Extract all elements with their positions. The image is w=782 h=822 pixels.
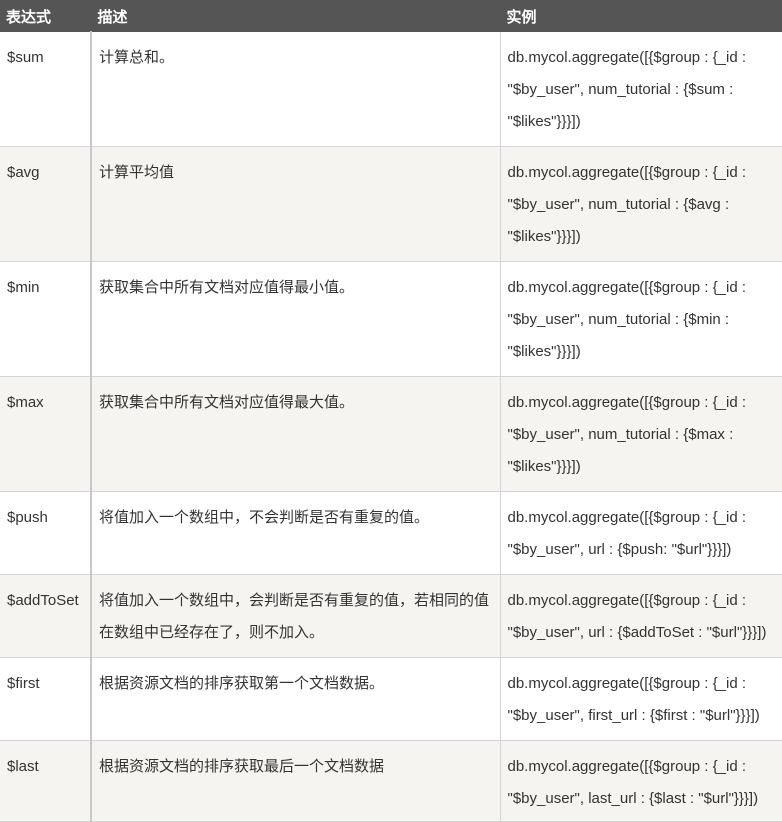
table-row: $first 根据资源文档的排序获取第一个文档数据。 db.mycol.aggr… bbox=[0, 657, 782, 741]
example-line: db.mycol.aggregate([{$group : {_id : bbox=[507, 592, 747, 609]
description-cell: 根据资源文档的排序获取最后一个文档数据 bbox=[90, 740, 501, 822]
aggregation-expressions-table: 表达式 描述 实例 $sum 计算总和。 db.mycol.aggregate(… bbox=[0, 0, 782, 822]
description-cell: 计算总和。 bbox=[90, 31, 501, 147]
table-row: $avg 计算平均值 db.mycol.aggregate([{$group :… bbox=[0, 146, 782, 262]
table-row: $max 获取集合中所有文档对应值得最大值。 db.mycol.aggregat… bbox=[0, 376, 782, 492]
example-line: db.mycol.aggregate([{$group : {_id : bbox=[507, 675, 747, 692]
header-expression: 表达式 bbox=[0, 0, 92, 32]
table-row: $addToSet 将值加入一个数组中，会判断是否有重复的值，若相同的值在数组中… bbox=[0, 574, 782, 658]
table-body: $sum 计算总和。 db.mycol.aggregate([{$group :… bbox=[0, 31, 782, 822]
example-line: "$likes"}}}]) bbox=[507, 458, 581, 475]
table-row: $last 根据资源文档的排序获取最后一个文档数据 db.mycol.aggre… bbox=[0, 740, 782, 822]
example-cell: db.mycol.aggregate([{$group : {_id : "$by… bbox=[499, 491, 782, 575]
description-cell: 获取集合中所有文档对应值得最大值。 bbox=[90, 376, 501, 492]
expression-cell: $first bbox=[0, 657, 92, 741]
example-line: db.mycol.aggregate([{$group : {_id : bbox=[507, 49, 747, 66]
example-cell: db.mycol.aggregate([{$group : {_id : "$by… bbox=[499, 740, 782, 822]
description-cell: 计算平均值 bbox=[90, 146, 501, 262]
example-line: "$likes"}}}]) bbox=[507, 228, 581, 245]
expression-cell: $last bbox=[0, 740, 92, 822]
example-cell: db.mycol.aggregate([{$group : {_id : "$by… bbox=[499, 31, 782, 147]
header-row: 表达式 描述 实例 bbox=[0, 0, 782, 32]
example-line: db.mycol.aggregate([{$group : {_id : bbox=[507, 164, 747, 181]
expression-cell: $addToSet bbox=[0, 574, 92, 658]
header-description: 描述 bbox=[90, 0, 501, 32]
expression-cell: $push bbox=[0, 491, 92, 575]
example-line: "$by_user", num_tutorial : {$max : bbox=[507, 426, 734, 443]
description-cell: 获取集合中所有文档对应值得最小值。 bbox=[90, 261, 501, 377]
example-line: db.mycol.aggregate([{$group : {_id : bbox=[507, 758, 747, 775]
example-line: "$by_user", url : {$push: "$url"}}}]) bbox=[507, 541, 732, 558]
example-line: db.mycol.aggregate([{$group : {_id : bbox=[507, 509, 747, 526]
example-cell: db.mycol.aggregate([{$group : {_id : "$by… bbox=[499, 376, 782, 492]
description-cell: 将值加入一个数组中，会判断是否有重复的值，若相同的值在数组中已经存在了，则不加入… bbox=[90, 574, 501, 658]
example-line: "$by_user", num_tutorial : {$sum : bbox=[507, 81, 734, 98]
table-row: $sum 计算总和。 db.mycol.aggregate([{$group :… bbox=[0, 31, 782, 147]
expression-cell: $sum bbox=[0, 31, 92, 147]
example-line: "$likes"}}}]) bbox=[507, 113, 581, 130]
expression-cell: $min bbox=[0, 261, 92, 377]
table-row: $min 获取集合中所有文档对应值得最小值。 db.mycol.aggregat… bbox=[0, 261, 782, 377]
example-line: "$by_user", url : {$addToSet : "$url"}}}… bbox=[507, 624, 767, 641]
example-line: "$by_user", num_tutorial : {$avg : bbox=[507, 196, 730, 213]
table-header: 表达式 描述 实例 bbox=[0, 0, 782, 32]
example-cell: db.mycol.aggregate([{$group : {_id : "$by… bbox=[499, 657, 782, 741]
example-line: "$by_user", first_url : {$first : "$url"… bbox=[507, 707, 760, 724]
example-line: db.mycol.aggregate([{$group : {_id : bbox=[507, 394, 747, 411]
expression-cell: $max bbox=[0, 376, 92, 492]
table-row: $push 将值加入一个数组中，不会判断是否有重复的值。 db.mycol.ag… bbox=[0, 491, 782, 575]
example-cell: db.mycol.aggregate([{$group : {_id : "$by… bbox=[499, 146, 782, 262]
example-cell: db.mycol.aggregate([{$group : {_id : "$by… bbox=[499, 574, 782, 658]
header-example: 实例 bbox=[499, 0, 782, 32]
expression-cell: $avg bbox=[0, 146, 92, 262]
example-cell: db.mycol.aggregate([{$group : {_id : "$by… bbox=[499, 261, 782, 377]
description-cell: 根据资源文档的排序获取第一个文档数据。 bbox=[90, 657, 501, 741]
example-line: "$by_user", num_tutorial : {$min : bbox=[507, 311, 730, 328]
example-line: db.mycol.aggregate([{$group : {_id : bbox=[507, 279, 747, 296]
example-line: "$likes"}}}]) bbox=[507, 343, 581, 360]
example-line: "$by_user", last_url : {$last : "$url"}}… bbox=[507, 790, 759, 807]
description-cell: 将值加入一个数组中，不会判断是否有重复的值。 bbox=[90, 491, 501, 575]
